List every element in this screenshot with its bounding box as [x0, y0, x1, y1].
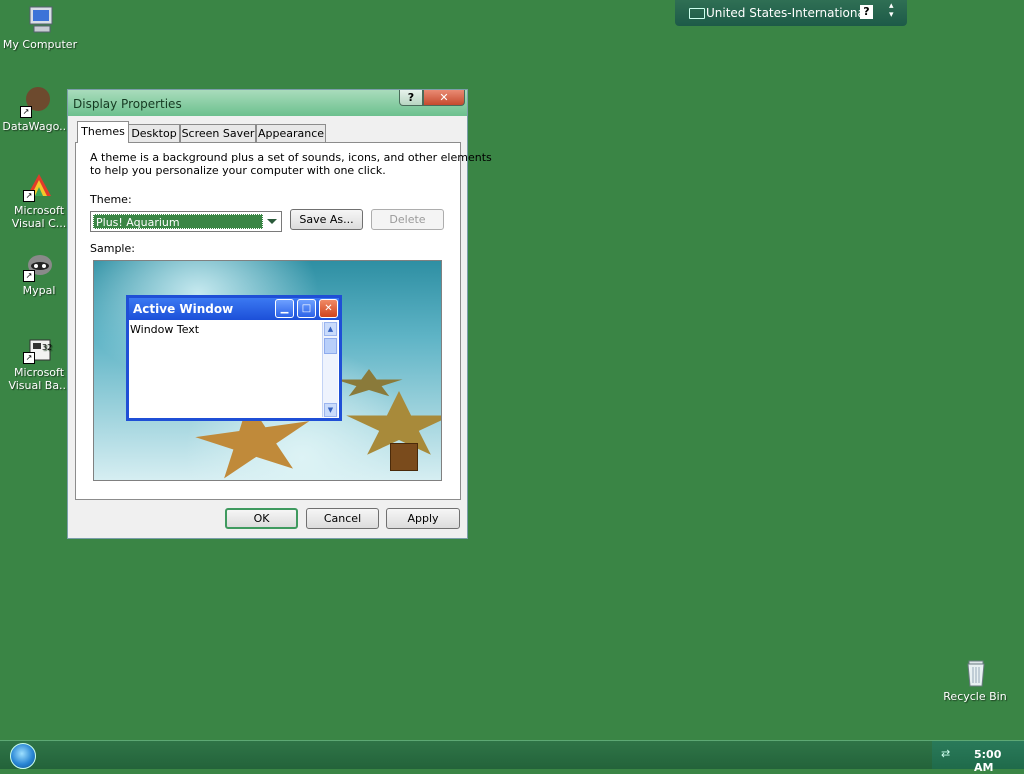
- theme-description-line2: to help you personalize your computer wi…: [90, 164, 386, 177]
- language-help-button[interactable]: ?: [860, 5, 873, 19]
- network-icon[interactable]: ⇄: [941, 748, 953, 760]
- recycle-bin-icon: [959, 656, 991, 688]
- desktop-icon-label-line2: Visual C...: [11, 217, 67, 230]
- language-bar[interactable]: United States-International ? ▴ ▾: [675, 0, 907, 26]
- dialog-titlebar[interactable]: Display Properties ? ✕: [68, 90, 467, 116]
- tab-themes[interactable]: Themes: [77, 121, 129, 143]
- desktop-icon-my-computer[interactable]: My Computer: [2, 4, 78, 51]
- scroll-down-icon: ▼: [324, 403, 337, 417]
- windows-orb-icon[interactable]: [10, 743, 36, 769]
- visual-basic-icon: 32 ↗: [23, 332, 55, 364]
- save-as-button[interactable]: Save As...: [290, 209, 363, 230]
- tab-desktop[interactable]: Desktop: [128, 124, 180, 142]
- visual-c-icon: ↗: [23, 170, 55, 202]
- computer-icon: [24, 4, 56, 36]
- desktop-icon-label-line2: Visual Ba...: [8, 379, 70, 392]
- ok-button[interactable]: OK: [225, 508, 298, 529]
- desktop-icon-visual-c[interactable]: ↗ Microsoft Visual C...: [1, 170, 77, 230]
- shortcut-arrow-icon: ↗: [23, 352, 35, 364]
- desktop-icon-visual-basic[interactable]: 32 ↗ Microsoft Visual Ba...: [1, 332, 77, 392]
- preview-window-text: Window Text: [130, 323, 200, 336]
- preview-window-titlebar: Active Window ▁ □ ✕: [129, 298, 339, 320]
- clock[interactable]: 5:00 AM: [974, 748, 1024, 774]
- desktop-icon-label-line1: Microsoft: [13, 366, 65, 379]
- close-button[interactable]: ✕: [423, 90, 465, 106]
- apply-button[interactable]: Apply: [386, 508, 460, 529]
- datawago-icon: ↗: [20, 86, 52, 118]
- desktop-icon-label: DataWago...: [2, 120, 70, 133]
- scroll-thumb: [324, 338, 337, 354]
- language-options-button[interactable]: ▴ ▾: [889, 2, 894, 20]
- keyboard-icon: [689, 8, 705, 19]
- sample-label: Sample:: [90, 242, 135, 255]
- theme-sample-preview: Active Window ▁ □ ✕ Window Text ▲ ▼: [93, 260, 442, 481]
- preview-window-title: Active Window: [133, 302, 234, 316]
- desktop-icon-label-line1: Microsoft: [13, 204, 65, 217]
- shortcut-arrow-icon: ↗: [23, 190, 35, 202]
- preview-scrollbar: ▲ ▼: [322, 322, 338, 417]
- desktop-icon-label: Recycle Bin: [943, 690, 1007, 703]
- theme-label: Theme:: [90, 193, 132, 206]
- close-icon: ✕: [319, 299, 338, 318]
- desktop-icon-datawago[interactable]: ↗ DataWago...: [0, 86, 74, 133]
- starfish-image: [335, 369, 403, 397]
- shortcut-arrow-icon: ↗: [20, 106, 32, 118]
- theme-dropdown[interactable]: Plus! Aquarium: [90, 211, 282, 232]
- theme-dropdown-value: Plus! Aquarium: [93, 214, 263, 229]
- mypal-icon: ↗: [23, 250, 55, 282]
- cancel-button[interactable]: Cancel: [306, 508, 379, 529]
- minimize-icon: ▁: [275, 299, 294, 318]
- svg-text:32: 32: [42, 343, 52, 352]
- desktop-icon-label: Mypal: [22, 284, 56, 297]
- tab-screen-saver[interactable]: Screen Saver: [180, 124, 256, 142]
- dialog-title: Display Properties: [73, 97, 182, 111]
- desktop-icon-mypal[interactable]: ↗ Mypal: [1, 250, 77, 297]
- maximize-icon: □: [297, 299, 316, 318]
- help-button[interactable]: ?: [399, 90, 423, 106]
- treasure-chest-image: [390, 443, 418, 471]
- desktop-icon-recycle-bin[interactable]: Recycle Bin: [937, 656, 1013, 703]
- chevron-down-icon[interactable]: [267, 219, 277, 224]
- taskbar: ⇄ 5:00 AM: [0, 740, 1024, 774]
- language-label[interactable]: United States-International: [706, 6, 868, 20]
- desktop-icon-label: My Computer: [2, 38, 78, 51]
- system-tray: ⇄ 5:00 AM: [932, 741, 1024, 774]
- tab-appearance[interactable]: Appearance: [256, 124, 326, 142]
- delete-button[interactable]: Delete: [371, 209, 444, 230]
- shortcut-arrow-icon: ↗: [23, 270, 35, 282]
- preview-active-window: Active Window ▁ □ ✕ Window Text ▲ ▼: [126, 295, 342, 421]
- scroll-up-icon: ▲: [324, 322, 337, 336]
- theme-description-line1: A theme is a background plus a set of so…: [90, 151, 492, 164]
